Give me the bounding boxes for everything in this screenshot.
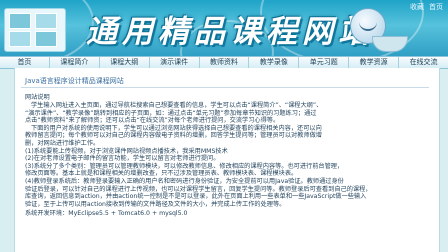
site-title: 通用精品课程网站 <box>86 14 374 50</box>
nav-item-videos[interactable]: 教学录像 <box>249 57 300 68</box>
paragraph-line: 点击“教师资料”来了解师资；还可以点击“在线交流”对每个老师进行提问，交流学习心… <box>25 117 280 125</box>
section-title: 网站说明 <box>25 94 50 101</box>
paragraph-line: (4)教师登录系统后：教师登录要输入正确的用户名和密码进行身份验证，为安全提前可… <box>25 178 344 185</box>
mascot-decoration <box>372 36 408 52</box>
logo-image <box>4 8 66 52</box>
nav-item-home[interactable]: 首页 <box>0 57 50 68</box>
divider <box>21 87 429 88</box>
nav-item-resources[interactable]: 教学资源 <box>349 57 400 68</box>
nav-item-slides[interactable]: 演示课件 <box>150 57 200 68</box>
page-title: Java语言程序设计精品课程网站 <box>25 77 124 85</box>
paragraph-line: 库查询，返回信息到action，并由action统一控制是不是可以登录，此外在页… <box>25 193 367 201</box>
paragraph-line: 修改页面等。基本上就是和课程相关的增删改查，只不过涉及管理员表、教师模块表、课程… <box>25 170 298 178</box>
nav-item-course-intro[interactable]: 课程简介 <box>50 57 100 68</box>
favorite-link[interactable]: 收藏 <box>410 2 424 12</box>
header-banner: 通用精品课程网站 收藏 首页 <box>0 0 448 56</box>
homepage-link[interactable]: 首页 <box>429 2 443 12</box>
paragraph-line: 验证，至于上传可以用action接收到传输的文件路径及文件的大小，并完成上传工作… <box>25 200 286 208</box>
nav-item-teachers[interactable]: 教师资料 <box>200 57 250 68</box>
nav-item-exercises[interactable]: 单元习题 <box>299 57 350 68</box>
main-content: Java语言程序设计精品课程网站 网站说明 学生输入网址进入主页面，通过导航栏搜… <box>14 68 440 252</box>
nav-item-syllabus[interactable]: 课程大纲 <box>100 57 150 68</box>
tech-environment: 系统开发环境：MyEclipse5.5 + Tomcat6.0 + mysql5… <box>25 210 188 217</box>
paragraph-line: (2)在对老师设置电子邮件的留言功能，学生可以留言对老师进行提问。 <box>25 155 220 163</box>
paragraph-line: 学生输入网址进入主页面，通过导航栏搜索自己想要查看的信息，学生可以点击“课程简介… <box>31 102 323 109</box>
paragraph-line: 删，对网站进行维护工作。 <box>25 140 100 147</box>
paragraph-line: 教师留言提问；每个教师可以对自己的课程内容做电子资料的增删，回答学生提问等；管理… <box>25 132 322 140</box>
nav-item-online-chat[interactable]: 在线交流 <box>399 57 448 68</box>
